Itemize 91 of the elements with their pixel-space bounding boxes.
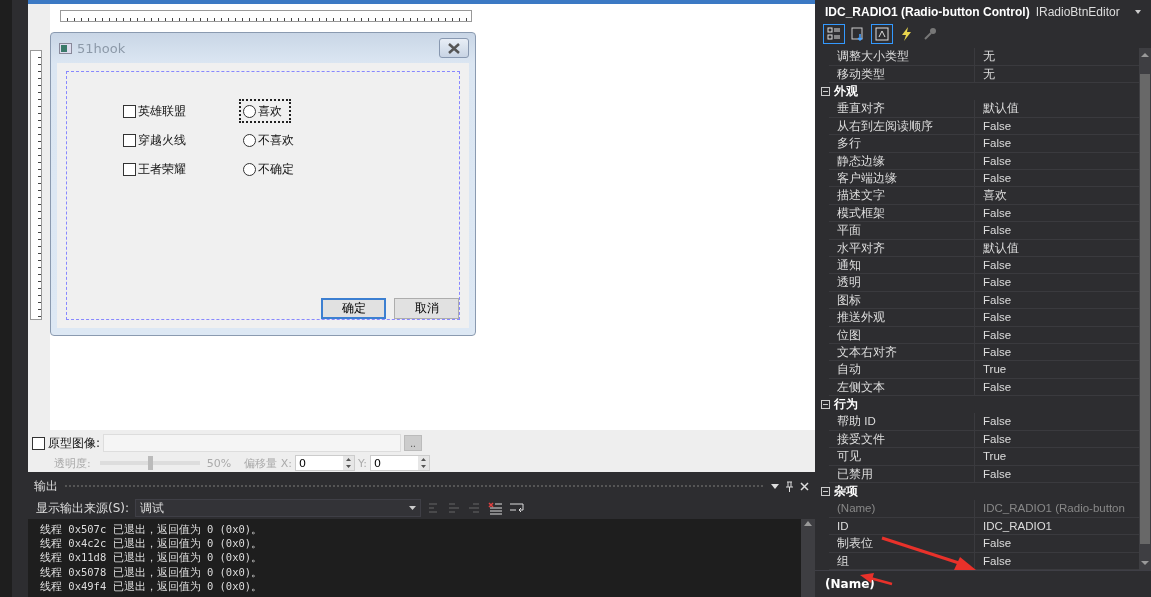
clear-all-icon[interactable] <box>487 501 504 515</box>
window-icon <box>59 42 72 54</box>
output-line: 线程 0x4c2c 已退出，返回值为 0 (0x0)。 <box>40 536 264 551</box>
source-label: 显示输出来源(S): <box>36 499 130 517</box>
collapse-icon[interactable] <box>821 400 830 410</box>
property-name: 可见 <box>836 449 862 465</box>
editor-name: IRadioBtnEditor <box>1035 4 1121 19</box>
property-name: 描述文字 <box>836 188 886 204</box>
output-line: 线程 0x11d8 已退出，返回值为 0 (0x0)。 <box>40 550 264 565</box>
scroll-up-icon[interactable] <box>804 519 812 529</box>
close-button[interactable] <box>439 38 469 58</box>
property-name: 移动类型 <box>836 66 886 82</box>
toolbar-button[interactable] <box>871 24 893 45</box>
property-pages-icon <box>851 27 865 42</box>
property-name: 平面 <box>836 223 862 239</box>
word-wrap-icon[interactable] <box>509 501 526 515</box>
scroll-up-icon[interactable] <box>1141 52 1149 59</box>
key-icon <box>923 27 937 42</box>
close-icon[interactable] <box>800 481 809 491</box>
close-icon <box>447 42 461 54</box>
output-line: 线程 0x507c 已退出，返回值为 0 (0x0)。 <box>40 522 264 537</box>
property-name: 透明 <box>836 275 862 291</box>
property-name: 静态边缘 <box>836 153 886 169</box>
offset-y-field[interactable]: 0 <box>369 455 430 471</box>
path-field[interactable] <box>103 434 402 452</box>
dropdown-icon[interactable] <box>771 483 779 489</box>
pin-icon[interactable] <box>785 480 794 492</box>
property-name: 模式框架 <box>836 205 886 221</box>
property-name: 左侧文本 <box>836 379 886 395</box>
offset-x-label: 偏移量 X: <box>244 455 292 471</box>
property-name: 图标 <box>836 292 862 308</box>
dropdown-icon[interactable] <box>1135 9 1141 14</box>
property-name: 帮助 ID <box>836 414 877 430</box>
collapse-icon[interactable] <box>821 87 830 97</box>
category-title: 外观 <box>834 84 858 100</box>
categorized-icon <box>827 27 841 42</box>
property-name: ID <box>836 518 850 534</box>
checkbox[interactable]: 穿越火线 <box>123 131 243 149</box>
output-line: 线程 0x49f4 已退出，返回值为 0 (0x0)。 <box>40 578 264 593</box>
property-name: 调整大小类型 <box>836 49 910 65</box>
checkbox[interactable]: 王者荣耀 <box>123 160 243 178</box>
property-name: 文本右对齐 <box>836 344 898 360</box>
radio-circle[interactable] <box>243 162 256 176</box>
checkbox[interactable] <box>32 436 45 450</box>
scrollbar[interactable] <box>1139 48 1151 570</box>
dialog-title: 51hook <box>77 40 127 56</box>
property-name: 推送外观 <box>836 310 886 326</box>
dialog-button[interactable]: 取消 <box>394 298 459 319</box>
properties-icon <box>875 27 889 42</box>
opacity-value: 50% <box>206 456 232 470</box>
scroll-down-icon[interactable] <box>1141 560 1149 566</box>
property-name: 多行 <box>836 136 862 152</box>
scrollbar[interactable] <box>801 519 815 597</box>
toolbar-button[interactable] <box>823 24 845 45</box>
spin-arrows-icon[interactable] <box>342 456 354 470</box>
property-name: 位图 <box>836 327 862 343</box>
property-name: 通知 <box>836 257 862 273</box>
prototype-label: 原型图像: <box>48 434 101 452</box>
caret-icon <box>409 506 417 510</box>
radio-circle[interactable] <box>243 133 256 147</box>
description-title: (Name) <box>825 577 875 591</box>
radio-button[interactable]: 喜欢 <box>243 102 288 120</box>
category-title: 行为 <box>834 397 858 413</box>
property-name: 已禁用 <box>836 466 874 482</box>
lightning-icon <box>900 27 912 42</box>
property-name: 组 <box>836 553 850 569</box>
property-name: 从右到左阅读顺序 <box>836 118 934 134</box>
browse-button[interactable]: .. <box>404 435 423 451</box>
radio-circle[interactable] <box>243 104 256 118</box>
category-title: 杂项 <box>834 484 858 500</box>
property-name: 自动 <box>836 362 862 378</box>
control-title: IDC_RADIO1 (Radio-button Control) <box>825 4 1030 19</box>
radio-button[interactable]: 不确定 <box>243 160 300 178</box>
output-line: 线程 0x5078 已退出，返回值为 0 (0x0)。 <box>40 564 264 579</box>
panel-title: 输出 <box>34 477 58 495</box>
property-name: 制表位 <box>836 536 874 552</box>
property-name: 客户端边缘 <box>836 171 898 186</box>
offset-x-field[interactable]: 0 <box>294 455 355 471</box>
slider-thumb[interactable] <box>147 456 153 470</box>
dialog-button[interactable]: 确定 <box>321 298 386 319</box>
property-name: 垂直对齐 <box>836 101 886 117</box>
spin-arrows-icon[interactable] <box>417 456 429 470</box>
checkbox[interactable]: 英雄联盟 <box>123 102 243 120</box>
collapse-icon[interactable] <box>821 487 830 497</box>
source-dropdown[interactable]: 调试 <box>135 499 422 517</box>
property-name: (Name) <box>836 501 877 517</box>
property-name: 接受文件 <box>836 431 886 447</box>
opacity-label: 透明度: <box>54 455 91 471</box>
property-name: 水平对齐 <box>836 240 886 256</box>
radio-button[interactable]: 不喜欢 <box>243 131 300 149</box>
offset-y-label: Y: <box>357 456 367 470</box>
